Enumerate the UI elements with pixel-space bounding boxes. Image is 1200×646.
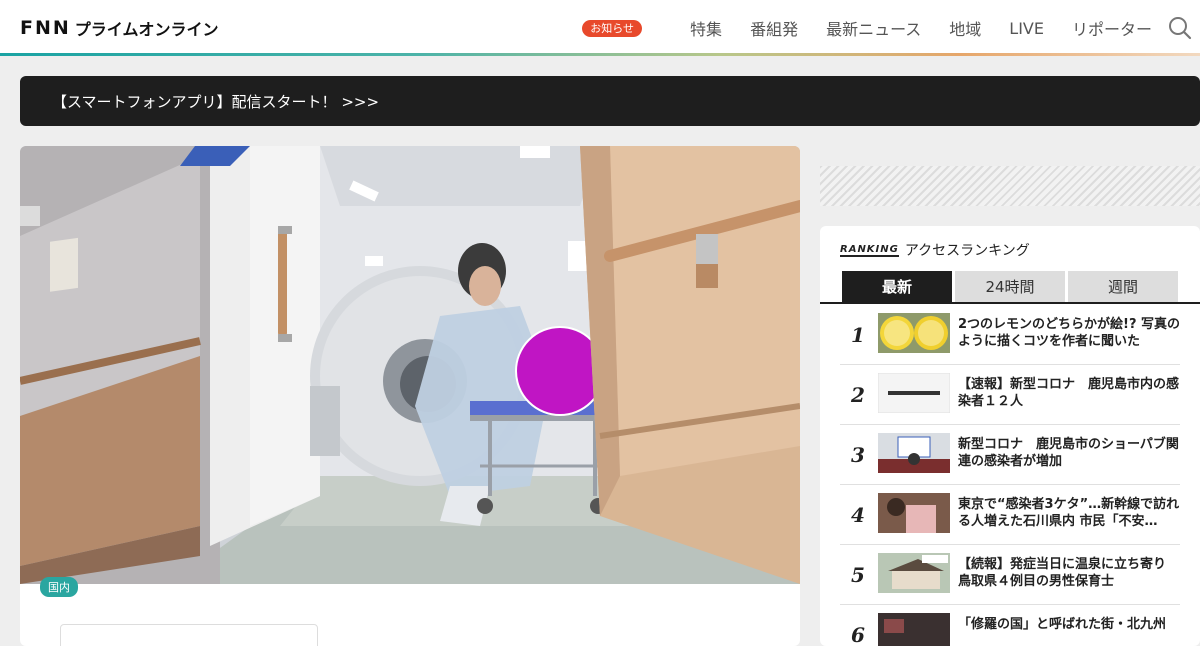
tabs-divider	[820, 302, 1200, 304]
site-logo[interactable]: FNN プライムオンライン	[20, 17, 218, 39]
ranking-label: RANKING	[840, 243, 899, 257]
list-item[interactable]: 2 【速報】新型コロナ 鹿児島市内の感染者１２人	[840, 365, 1180, 425]
logo-fnn: FNN	[20, 17, 71, 39]
ranking-list: 1 2つのレモンのどちらかが絵!? 写真のように描くコツを作者に聞いた 2 【速…	[840, 305, 1180, 646]
ranking-tabs: 最新 24時間 週間	[842, 271, 1181, 302]
article-image[interactable]	[20, 146, 800, 584]
ad-placeholder	[820, 166, 1200, 206]
ranking-panel: RANKING アクセスランキング 最新 24時間 週間 1 2つのレモンのどち…	[820, 226, 1200, 646]
banner-text: 【スマートフォンアプリ】配信スタート！ >>>	[52, 93, 380, 111]
rank-title: 【速報】新型コロナ 鹿児島市内の感染者１２人	[958, 377, 1180, 409]
header-gradient-line	[0, 53, 1200, 56]
nav-item-programs[interactable]: 番組発	[750, 16, 798, 40]
notice-badge[interactable]: お知らせ	[582, 19, 643, 37]
rank-number: 5	[851, 563, 865, 587]
logo-subtitle: プライムオンライン	[74, 20, 219, 39]
rank-title: 【続報】発症当日に温泉に立ち寄り 鳥取県４例目の男性保育士	[958, 557, 1180, 589]
nav-item-latest-news[interactable]: 最新ニュース	[826, 16, 921, 40]
category-badge[interactable]: 国内	[40, 577, 78, 597]
rank-title: 「修羅の国」と呼ばれた街・北九州	[958, 617, 1167, 632]
list-item[interactable]: 5 【続報】発症当日に温泉に立ち寄り 鳥取県４例目の男性保育士	[840, 545, 1180, 605]
nav-item-live[interactable]: LIVE	[1009, 19, 1044, 38]
nav-item-features[interactable]: 特集	[690, 16, 722, 40]
building-thumbnail-icon	[878, 553, 950, 593]
rank-number: 2	[851, 383, 865, 407]
list-item[interactable]: 4 東京で“感染者3ケタ”…新幹線で訪れる人増えた石川県内 市民「不安…	[840, 485, 1180, 545]
nav-item-region[interactable]: 地域	[949, 16, 981, 40]
app-banner[interactable]: 【スマートフォンアプリ】配信スタート！ >>>	[20, 76, 1200, 126]
rank-title: 新型コロナ 鹿児島市のショーパブ関連の感染者が増加	[958, 437, 1179, 469]
fnn-logo-thumbnail-icon	[878, 373, 950, 413]
rank-number: 3	[851, 443, 865, 467]
rank-title: 2つのレモンのどちらかが絵!? 写真のように描くコツを作者に聞いた	[958, 317, 1181, 349]
tab-latest[interactable]: 最新	[842, 271, 952, 302]
list-item[interactable]: 3 新型コロナ 鹿児島市のショーパブ関連の感染者が増加	[840, 425, 1180, 485]
rank-title: 東京で“感染者3ケタ”…新幹線で訪れる人増えた石川県内 市民「不安…	[958, 497, 1180, 529]
hospital-ct-scan-photo-icon	[20, 146, 800, 584]
rank-number: 1	[851, 323, 865, 347]
rank-number: 6	[851, 623, 865, 646]
article-card[interactable]: 国内	[20, 146, 800, 646]
site-header: FNN プライムオンライン お知らせ 特集 番組発 最新ニュース 地域 LIVE…	[0, 0, 1200, 54]
ranking-title: アクセスランキング	[904, 243, 1030, 259]
list-item[interactable]: 1 2つのレモンのどちらかが絵!? 写真のように描くコツを作者に聞いた	[840, 305, 1180, 365]
search-icon[interactable]	[1168, 16, 1192, 40]
press-conference-thumbnail-icon	[878, 433, 950, 473]
ranking-header: RANKING アクセスランキング	[840, 240, 1030, 260]
tab-weekly[interactable]: 週間	[1068, 271, 1178, 302]
nav-item-reporter[interactable]: リポーター	[1072, 16, 1152, 40]
rank-number: 4	[851, 503, 865, 527]
interview-thumbnail-icon	[878, 493, 950, 533]
tab-24h[interactable]: 24時間	[955, 271, 1065, 302]
list-item[interactable]: 6 「修羅の国」と呼ばれた街・北九州	[840, 605, 1180, 646]
share-box[interactable]	[60, 624, 318, 646]
lemon-thumbnail-icon	[878, 313, 950, 353]
main-nav: お知らせ 特集 番組発 最新ニュース 地域 LIVE リポーター	[582, 14, 1152, 42]
